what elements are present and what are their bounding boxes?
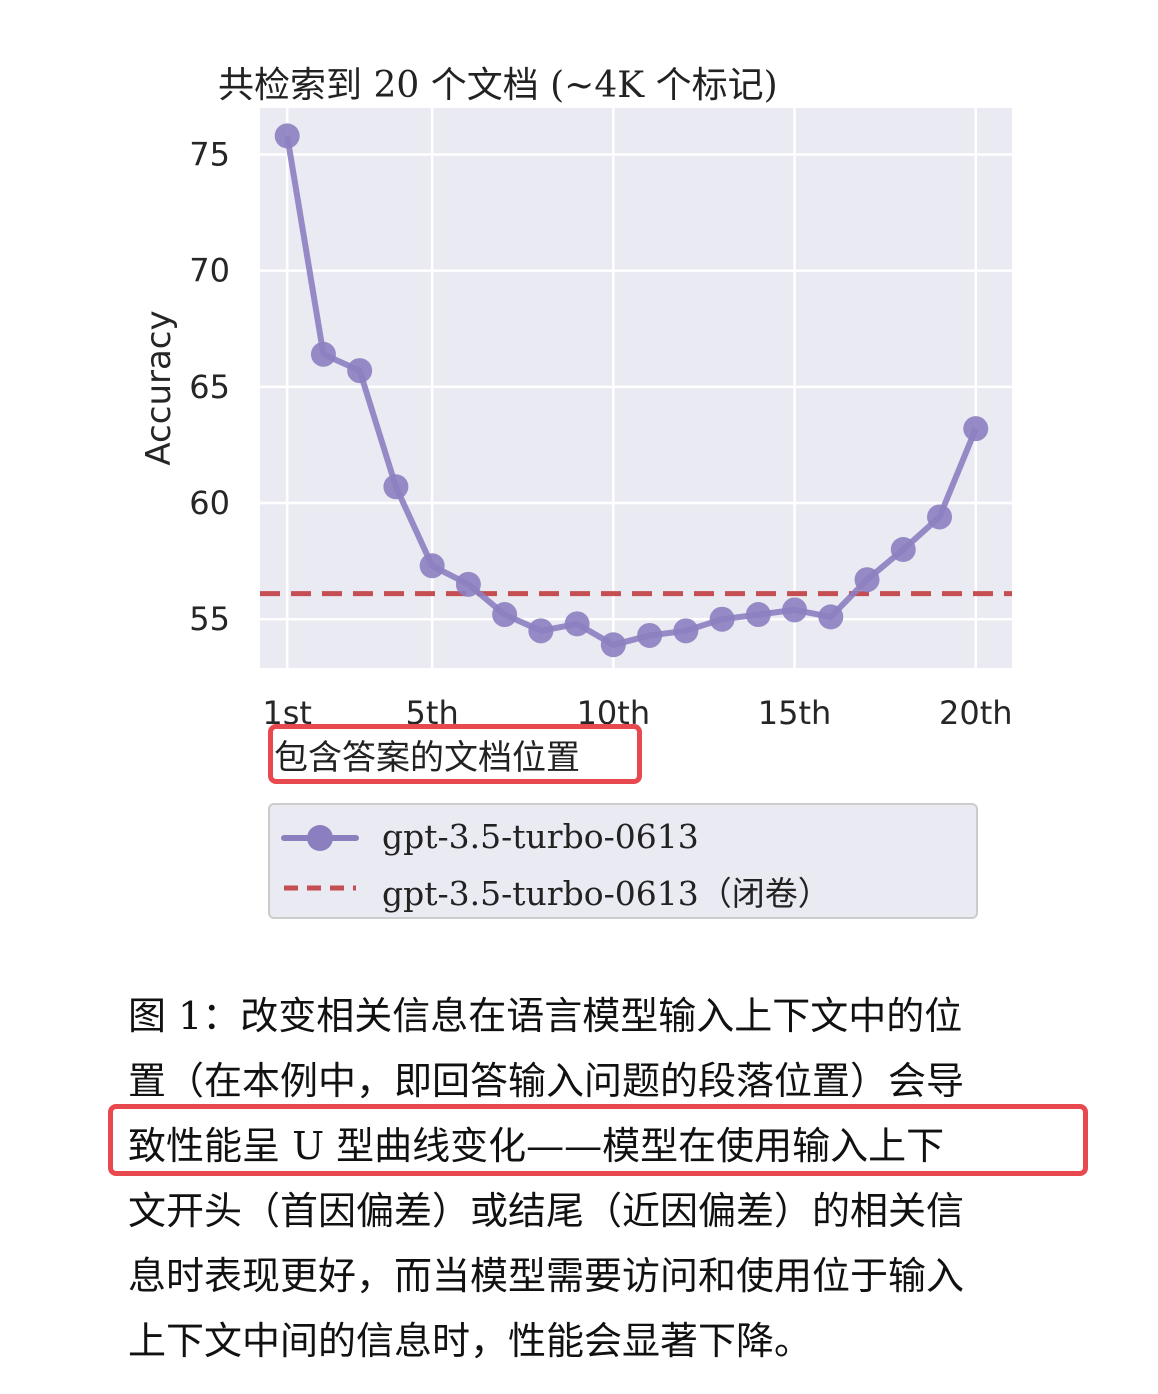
legend: gpt-3.5-turbo-0613 gpt-3.5-turbo-0613（闭卷…	[268, 803, 978, 919]
data-point	[455, 571, 481, 597]
data-point	[890, 536, 916, 562]
y-axis-label: Accuracy	[139, 310, 179, 465]
xlabel-highlight-box	[268, 724, 642, 784]
y-tick-label: 75	[189, 135, 230, 173]
x-tick-label: 20th	[939, 694, 1013, 732]
data-point	[492, 602, 518, 628]
legend-label-baseline: gpt-3.5-turbo-0613（闭卷）	[382, 874, 831, 913]
y-tick-label: 65	[189, 368, 230, 406]
accuracy-line-chart: 55606570751st 5th 10th 15th 20th Accuracy	[139, 108, 1013, 732]
caption-line: 息时表现更好，而当模型需要访问和使用位于输入	[128, 1254, 965, 1298]
data-point	[745, 602, 771, 628]
caption-line: 上下文中间的信息时，性能会显著下降。	[128, 1319, 813, 1363]
data-point	[818, 604, 844, 630]
legend-label-main: gpt-3.5-turbo-0613	[382, 817, 699, 856]
legend-dashed-line-icon	[284, 885, 356, 891]
data-point	[709, 606, 735, 632]
y-tick-label: 60	[189, 484, 230, 522]
data-point	[347, 358, 373, 384]
data-point	[274, 123, 300, 149]
data-point	[528, 618, 554, 644]
legend-item-main: gpt-3.5-turbo-0613	[270, 813, 976, 863]
x-tick-label: 15th	[758, 694, 832, 732]
data-point	[564, 611, 590, 637]
legend-item-baseline: gpt-3.5-turbo-0613（闭卷）	[270, 863, 976, 913]
caption-highlight-box	[108, 1104, 1088, 1176]
y-tick-label: 55	[189, 600, 230, 638]
data-point	[600, 632, 626, 658]
data-point	[310, 341, 336, 367]
data-point	[637, 622, 663, 648]
data-point	[927, 504, 953, 530]
data-point	[673, 618, 699, 644]
data-point	[963, 416, 989, 442]
caption-line: 文开头（首因偏差）或结尾（近因偏差）的相关信	[128, 1189, 965, 1233]
legend-line-marker-icon	[281, 825, 359, 851]
data-point	[383, 474, 409, 500]
data-point	[782, 597, 808, 623]
y-tick-label: 70	[189, 252, 230, 290]
caption-line: 图 1：改变相关信息在语言模型输入上下文中的位	[128, 994, 963, 1038]
figure-caption: 图 1：改变相关信息在语言模型输入上下文中的位 置（在本例中，即回答输入问题的段…	[128, 988, 1088, 1378]
data-point	[854, 567, 880, 593]
data-point	[419, 553, 445, 579]
